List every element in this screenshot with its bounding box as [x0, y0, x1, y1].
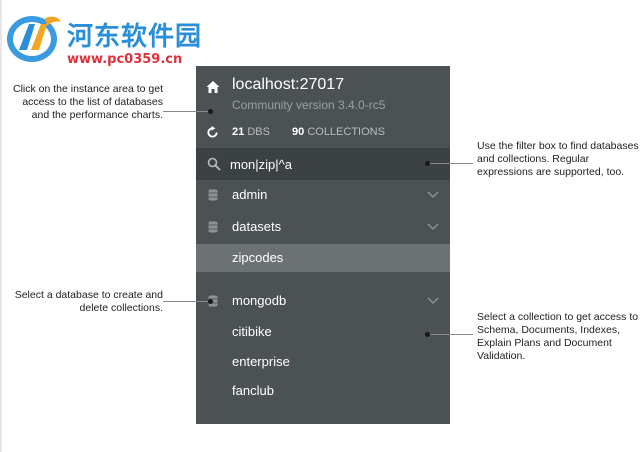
filter-box [196, 148, 450, 180]
annotation-database: Select a database to create and delete c… [14, 289, 163, 314]
filter-input[interactable] [230, 153, 436, 175]
dbs-label: DBS [247, 126, 270, 138]
collection-item-zipcodes[interactable]: zipcodes [196, 244, 450, 272]
collection-item-fanclub[interactable]: fanclub [196, 377, 450, 405]
annotation-filter-dot [425, 161, 430, 166]
database-item-admin[interactable]: admin [196, 180, 450, 210]
chevron-down-icon[interactable] [427, 297, 439, 305]
annotation-database-leader [163, 301, 211, 302]
home-icon [206, 81, 220, 93]
chevron-down-icon[interactable] [427, 223, 439, 231]
annotation-instance-dot [208, 109, 213, 114]
database-label: mongodb [232, 293, 287, 308]
database-icon [208, 221, 218, 233]
refresh-icon[interactable] [206, 126, 219, 139]
watermark-title: 河东软件园 [67, 22, 203, 52]
sidebar: localhost:27017 Community version 3.4.0-… [196, 66, 450, 424]
collection-label: zipcodes [232, 250, 284, 265]
instance-host: localhost:27017 [232, 76, 345, 93]
search-icon [207, 157, 221, 171]
collection-label: fanclub [232, 383, 274, 398]
database-item-mongodb[interactable]: mongodb [196, 286, 450, 316]
collection-label: enterprise [232, 354, 290, 369]
annotation-collection: Select a collection to get access to Sch… [477, 311, 639, 362]
collections-count-stat: 90 COLLECTIONS [292, 126, 385, 138]
watermark: 河东软件园 www.pc0359.cn [3, 8, 243, 68]
database-item-datasets[interactable]: datasets [196, 212, 450, 242]
instance-area[interactable]: localhost:27017 Community version 3.4.0-… [196, 66, 450, 146]
collection-label: citibike [232, 324, 272, 339]
logo-icon [7, 16, 61, 62]
watermark-url: www.pc0359.cn [67, 52, 183, 67]
collection-item-citibike[interactable]: citibike [196, 318, 450, 346]
chevron-down-icon[interactable] [427, 191, 439, 199]
annotation-filter: Use the filter box to find databases and… [477, 140, 639, 178]
database-icon [208, 189, 218, 201]
collections-count: 90 [292, 126, 305, 138]
page-border [0, 0, 2, 452]
database-label: admin [232, 187, 268, 202]
annotation-collection-leader [429, 334, 473, 335]
instance-version: Community version 3.4.0-rc5 [232, 98, 386, 112]
annotation-instance: Click on the instance area to get access… [12, 83, 163, 121]
collection-item-enterprise[interactable]: enterprise [196, 348, 450, 376]
dbs-count-stat: 21 DBS [232, 126, 270, 138]
annotation-instance-leader [163, 111, 211, 112]
collections-label: COLLECTIONS [307, 126, 385, 138]
instance-stats: 21 DBS 90 COLLECTIONS [196, 122, 450, 144]
dbs-count: 21 [232, 126, 245, 138]
database-label: datasets [232, 219, 282, 234]
annotation-database-dot [208, 299, 213, 304]
annotation-collection-dot [425, 332, 430, 337]
annotation-filter-leader [429, 163, 473, 164]
